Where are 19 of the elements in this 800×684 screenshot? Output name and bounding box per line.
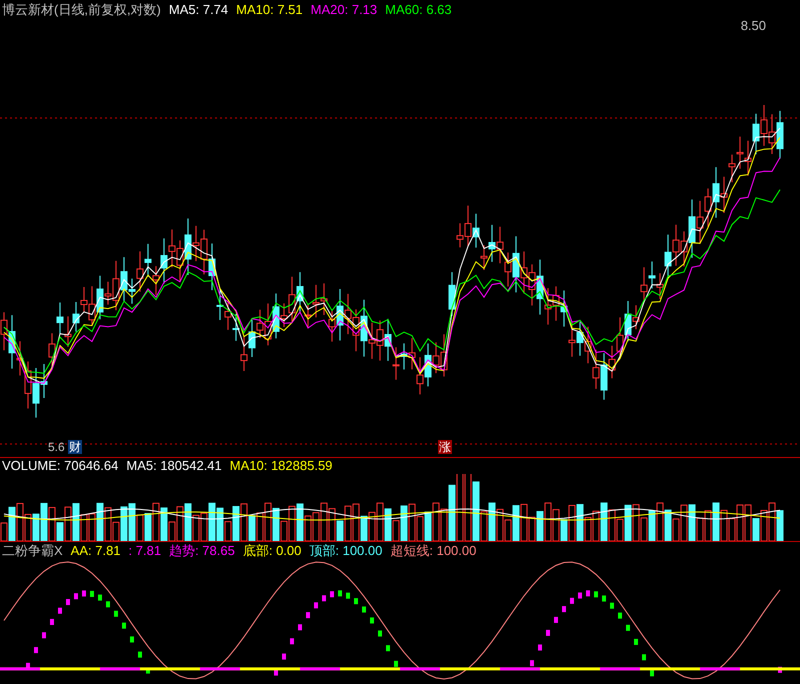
indicator-value: MA60: 6.63 <box>385 1 452 20</box>
indicator-value: 底部: 0.00 <box>242 542 302 560</box>
price-label: 8.50 <box>740 17 766 35</box>
indicator-value: MA20: 7.13 <box>310 1 378 20</box>
chart-title: 博云新材(日线,前复权,对数) <box>2 1 161 20</box>
indicator-value: VOLUME: 70646.64 <box>2 457 118 476</box>
event-badge[interactable]: 涨 <box>438 440 452 454</box>
indicator-value: AA: 7.81 <box>70 542 121 560</box>
price-label: 5.6 <box>48 439 65 456</box>
indicator-value: 趋势: 78.65 <box>169 542 235 560</box>
indicator-value: MA5: 180542.41 <box>126 457 222 476</box>
indicator-value: 超短线: 100.00 <box>390 542 476 560</box>
indicator-value: MA10: 7.51 <box>236 1 303 20</box>
indicator-value: MA10: 182885.59 <box>230 457 332 476</box>
indicator-value: MA5: 7.74 <box>168 1 228 20</box>
event-badge[interactable]: 财 <box>68 440 82 454</box>
indicator-value: : 7.81 <box>128 542 162 560</box>
indicator-title: 二粉争霸X <box>2 542 63 560</box>
indicator-value: 顶部: 100.00 <box>309 542 382 560</box>
